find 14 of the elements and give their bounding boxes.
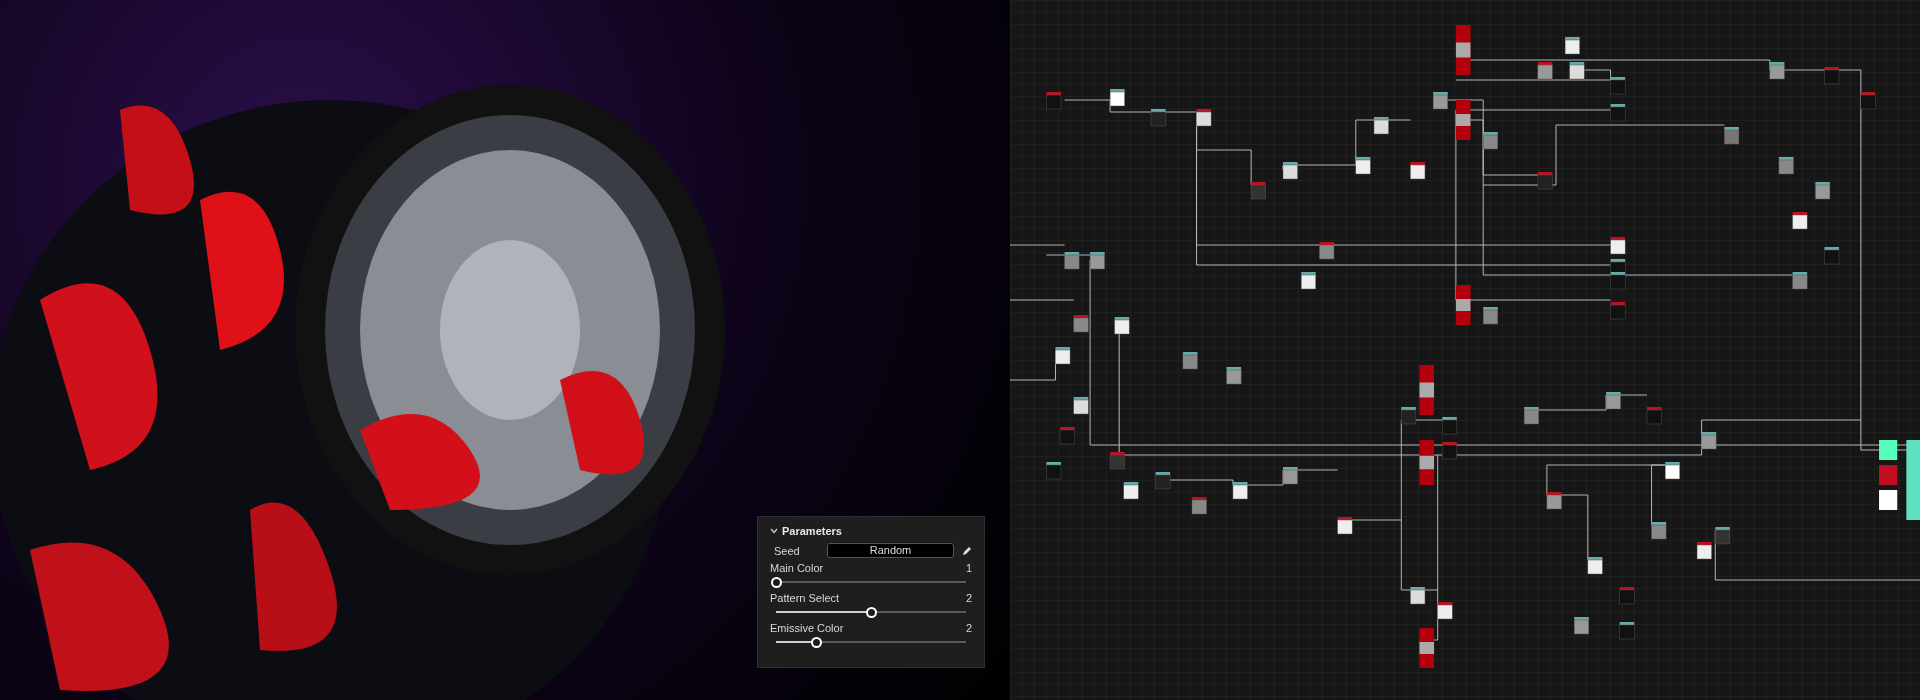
- seed-label: Seed: [774, 543, 801, 559]
- slider-thumb[interactable]: [810, 636, 822, 648]
- slider-label: Pattern Select: [770, 592, 840, 605]
- slider-thumb[interactable]: [866, 606, 877, 618]
- slider-value: 2: [965, 622, 972, 635]
- slider-label: Emissive Color: [770, 622, 844, 635]
- slider-value: 2: [965, 592, 972, 605]
- random-button[interactable]: Random: [827, 543, 954, 559]
- panel-title: Parameters: [782, 524, 842, 539]
- slider-label: Main Color: [770, 562, 824, 575]
- slider-value: 1: [965, 562, 972, 575]
- pencil-icon[interactable]: [962, 545, 972, 556]
- chevron-icon[interactable]: [770, 528, 778, 535]
- slider-thumb[interactable]: [771, 576, 782, 588]
